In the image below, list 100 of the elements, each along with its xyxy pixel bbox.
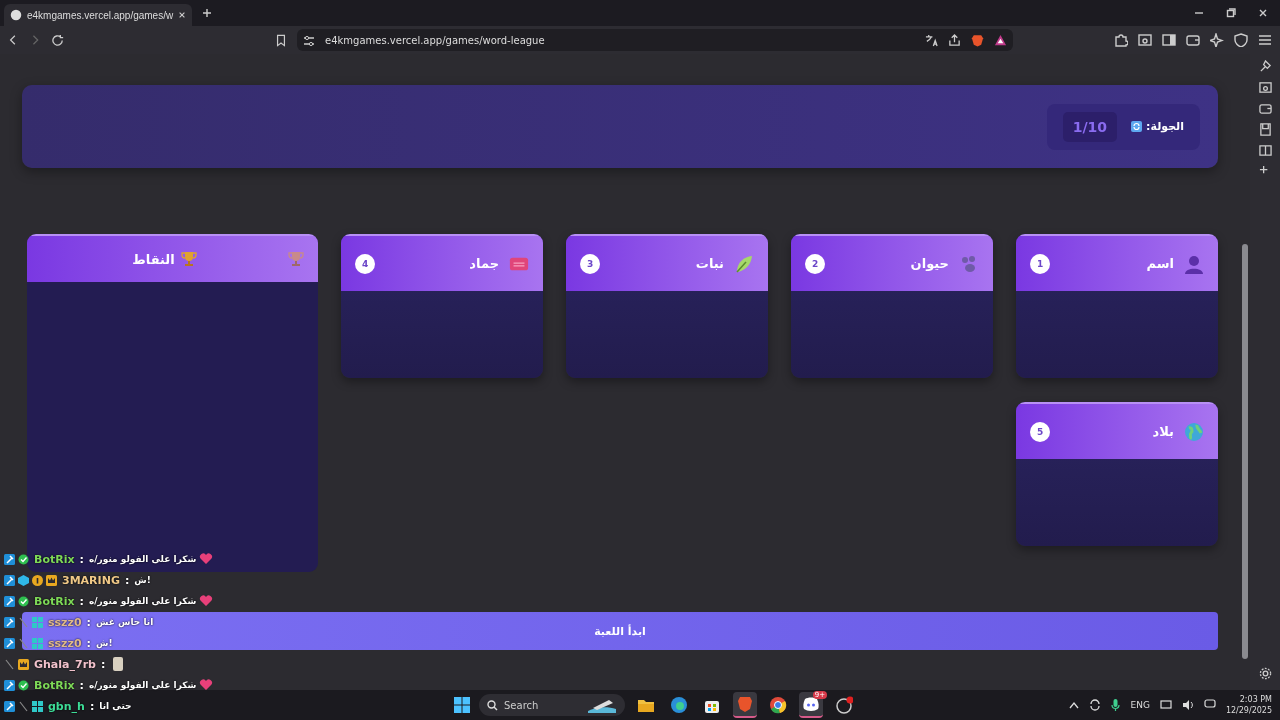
mod-badge-icon	[4, 679, 15, 691]
screenshot-icon[interactable]	[1138, 33, 1152, 47]
chat-separator: :	[86, 615, 91, 629]
pin-icon[interactable]	[1258, 60, 1272, 73]
browser-icon	[670, 696, 688, 714]
pen-drawing	[587, 697, 617, 713]
translate-icon[interactable]	[925, 33, 938, 47]
grid-badge-icon	[32, 637, 43, 649]
chat-message: انا حاس غش	[95, 617, 154, 627]
trophy-icon	[180, 251, 197, 267]
chat-username: sszz0	[48, 615, 82, 629]
category-number: 2	[805, 253, 825, 274]
plus-icon[interactable]	[202, 8, 213, 18]
check-badge-icon	[18, 553, 29, 565]
chat-username: BotRix	[34, 678, 75, 692]
settings-icon[interactable]	[1258, 667, 1272, 680]
category-title: نبات	[694, 256, 724, 271]
category-title: بلاد	[1151, 424, 1174, 439]
wallet-icon[interactable]	[1258, 102, 1272, 115]
search-field[interactable]: Search	[479, 694, 625, 716]
puzzle-icon[interactable]	[1114, 33, 1128, 47]
slash-badge-icon	[18, 616, 29, 628]
chat-separator: :	[100, 657, 106, 671]
menu-icon[interactable]	[1258, 33, 1272, 47]
shield-icon[interactable]	[1234, 33, 1248, 47]
leaf-icon	[734, 253, 754, 274]
language-indicator[interactable]: ENG	[1130, 700, 1150, 710]
chat-separator: :	[79, 678, 84, 692]
close-icon[interactable]	[1258, 8, 1268, 18]
chat-username: sszz0	[48, 636, 82, 650]
category-number: 5	[1030, 421, 1050, 442]
address-bar[interactable]: e4kmgames.vercel.app/games/word-league	[297, 29, 1013, 51]
chat-app-icon	[802, 695, 820, 713]
round-label: الجولة:	[1146, 120, 1184, 133]
slash-badge-icon	[18, 700, 29, 712]
crown-badge-icon	[46, 574, 57, 586]
slash-badge-icon	[18, 637, 29, 649]
scrollbar[interactable]	[1240, 54, 1250, 690]
microphone-icon[interactable]	[1111, 699, 1121, 711]
share-icon[interactable]	[948, 33, 961, 47]
wallet-icon[interactable]	[1186, 33, 1200, 47]
mod-badge-icon	[4, 553, 15, 565]
chat-bubble-icon[interactable]	[1203, 699, 1216, 711]
save-icon[interactable]	[1258, 123, 1272, 136]
globe-icon	[10, 9, 22, 21]
clock-date[interactable]: 12/29/2025	[1225, 705, 1272, 716]
windows-start-icon[interactable]	[454, 697, 470, 713]
grid-badge-icon	[32, 700, 43, 712]
sparkle-icon[interactable]	[1210, 33, 1224, 47]
tune-icon[interactable]	[303, 34, 315, 46]
chat-separator: :	[124, 573, 130, 587]
record-icon	[835, 696, 853, 714]
chat-message: شكرا على الفولو منور/ه	[88, 596, 197, 606]
chat-message: ش!	[95, 638, 113, 648]
browser-tab[interactable]: e4kmgames.vercel.app/games/w	[4, 4, 193, 26]
person-icon	[1184, 253, 1204, 274]
mod-badge-icon	[4, 616, 15, 628]
sync-icon[interactable]	[1089, 699, 1102, 711]
monitor-icon[interactable]	[1159, 699, 1172, 711]
restore-icon[interactable]	[1226, 8, 1236, 18]
mod-badge-icon	[4, 637, 15, 649]
clock-time[interactable]: 2:03 PM	[1239, 694, 1272, 705]
bookmark-icon[interactable]	[275, 33, 287, 47]
mod-badge-icon	[4, 574, 15, 586]
points-title: النقاط	[132, 251, 175, 267]
heart-icon	[199, 553, 214, 565]
refresh-icon	[1131, 121, 1143, 132]
reload-icon[interactable]	[52, 33, 65, 47]
lion-icon	[736, 695, 754, 713]
chrome-icon	[769, 696, 787, 714]
speaker-icon[interactable]	[1181, 699, 1194, 711]
chat-username: BotRix	[34, 552, 75, 566]
screen-icon[interactable]	[1258, 81, 1272, 94]
sidebar-icon[interactable]	[1162, 33, 1176, 47]
coin-badge-icon	[32, 574, 43, 586]
close-icon[interactable]	[178, 11, 187, 19]
heart-icon	[199, 679, 214, 691]
mod-badge-icon	[4, 595, 15, 607]
chat-separator: :	[89, 699, 95, 713]
chat-username: 3MARING	[62, 573, 120, 587]
category-number: 4	[355, 253, 375, 274]
chat-username: Ghala_7rb	[34, 657, 96, 671]
round-counter: 1/10	[1062, 111, 1118, 142]
mod-badge-icon	[4, 700, 15, 712]
triangle-icon[interactable]	[994, 33, 1007, 47]
chat-message: ش!	[134, 575, 151, 585]
category-title: جماد	[468, 256, 499, 271]
category-number: 3	[580, 253, 600, 274]
lion-icon[interactable]	[971, 33, 984, 47]
grid-badge-icon	[32, 616, 43, 628]
chat-separator: :	[79, 594, 84, 608]
category-title: اسم	[1145, 256, 1174, 271]
search-icon	[487, 699, 498, 711]
book-icon[interactable]	[1258, 144, 1272, 157]
chat-message: شكرا على الفولو منور/ه	[88, 554, 197, 564]
check-badge-icon	[18, 595, 29, 607]
chevron-up-icon[interactable]	[1069, 701, 1080, 709]
chat-username: BotRix	[34, 594, 75, 608]
slash-badge-icon	[4, 658, 15, 670]
chat-separator: :	[79, 552, 84, 566]
